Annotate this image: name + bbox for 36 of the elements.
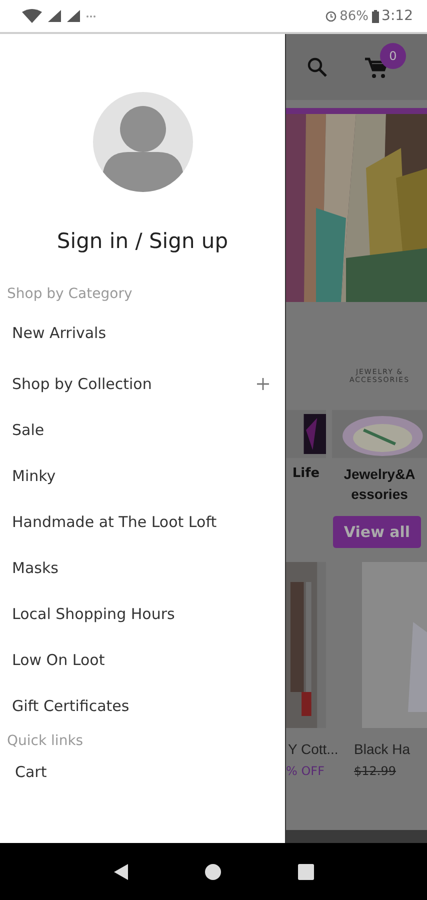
home-icon[interactable] xyxy=(204,862,222,880)
product-price: % OFF xyxy=(286,764,326,778)
menu-item[interactable]: Local Shopping Hours xyxy=(0,591,285,637)
menu-item[interactable]: Handmade at The Loot Loft xyxy=(0,499,285,545)
section-header: Quick links xyxy=(6,732,84,751)
search-icon[interactable] xyxy=(307,57,327,77)
wifi-icon xyxy=(22,9,42,23)
battery-icon xyxy=(372,10,379,22)
more-icon xyxy=(86,14,96,18)
category-name[interactable]: Jewelry&A essories xyxy=(338,464,422,504)
menu-item[interactable]: Cart xyxy=(0,751,285,793)
battery-percent: 86% xyxy=(340,8,369,24)
back-icon[interactable] xyxy=(112,862,130,880)
menu-item[interactable]: Low On Loot xyxy=(0,637,285,683)
product-name[interactable]: Black Ha xyxy=(354,740,427,758)
menu-item[interactable]: Gift Certificates xyxy=(0,683,285,729)
cart-icon[interactable] xyxy=(365,57,389,79)
cart-badge: 0 xyxy=(380,43,406,69)
section-header: Shop by Category xyxy=(6,285,134,304)
sign-in-link[interactable]: Sign in / Sign up xyxy=(56,228,228,254)
menu-item[interactable]: Masks xyxy=(0,545,285,591)
plus-icon[interactable] xyxy=(257,378,269,390)
avatar-icon[interactable] xyxy=(92,92,192,192)
recents-icon[interactable] xyxy=(296,862,315,880)
category-name[interactable]: Life xyxy=(286,464,326,484)
product-name[interactable]: Y Cott... xyxy=(286,740,338,758)
alarm-icon xyxy=(324,10,337,22)
menu-item[interactable]: New Arrivals xyxy=(0,304,285,361)
menu-item[interactable]: Sale xyxy=(0,407,285,453)
signal-icon xyxy=(67,10,80,22)
signal-icon xyxy=(48,10,61,22)
menu-item[interactable]: Minky xyxy=(0,453,285,499)
menu-item[interactable]: Shop by Collection xyxy=(0,361,285,407)
view-all-button[interactable]: View all xyxy=(333,516,421,548)
clock-time: 3:12 xyxy=(382,8,413,24)
product-price: $12.99 xyxy=(354,764,397,778)
